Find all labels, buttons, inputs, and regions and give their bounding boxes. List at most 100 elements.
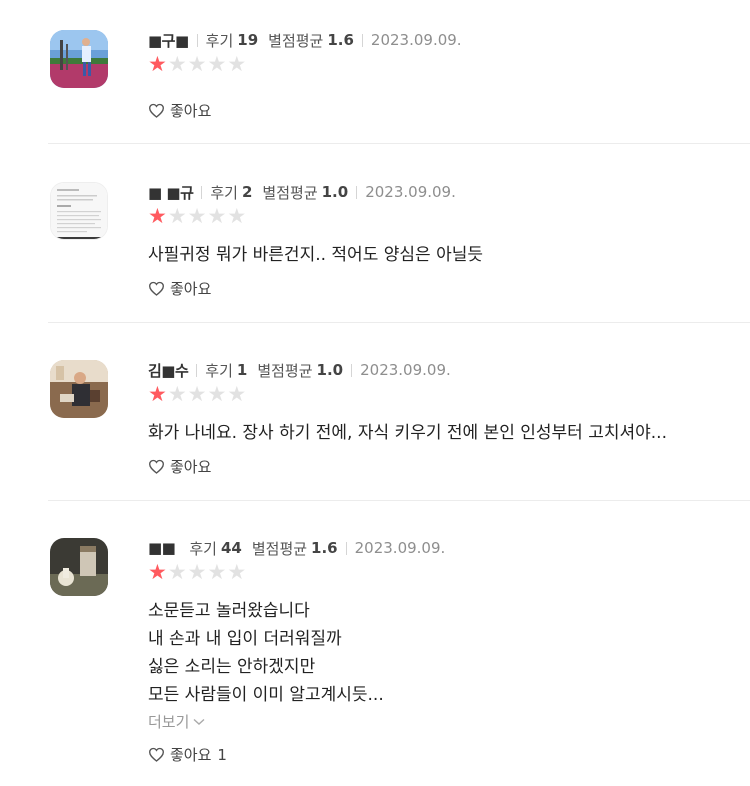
avatar-document-image xyxy=(51,183,107,239)
review-count-label: 후기 xyxy=(205,361,233,380)
review-text-line: 화가 나네요. 장사 하기 전에, 자식 키우기 전에 본인 인성부터 고치셔야… xyxy=(148,423,667,443)
like-label: 좋아요 xyxy=(170,280,212,298)
avg-rating: 1.6 xyxy=(327,31,354,49)
review-meta: 김■수 후기 1 별점평균 1.0 2023.09.09. xyxy=(148,360,750,380)
avg-rating-label: 별점평균 xyxy=(268,31,324,50)
review-text: 화가 나네요. 장사 하기 전에, 자식 키우기 전에 본인 인성부터 고치셔야… xyxy=(148,419,750,447)
avatar[interactable] xyxy=(50,182,108,240)
star-empty-icon: ★ xyxy=(207,560,228,584)
star-filled-icon: ★ xyxy=(148,382,168,406)
chevron-down-icon xyxy=(193,718,205,725)
divider xyxy=(345,541,347,555)
like-button[interactable]: 좋아요 xyxy=(148,100,211,121)
like-label: 좋아요 xyxy=(170,102,212,120)
review-count-label: 후기 xyxy=(210,183,238,202)
username[interactable]: ■구■ xyxy=(148,30,189,51)
review-content: ■ ■규 후기 2 별점평균 1.0 2023.09.09. ★★★★★ 사필귀… xyxy=(148,182,750,298)
review-list: ■구■ 후기 19 별점평균 1.6 2023.09.09. ★★★★★ 좋아요 xyxy=(0,0,750,786)
avatar[interactable] xyxy=(50,360,108,418)
heart-icon xyxy=(148,459,165,474)
star-rating: ★★★★★ xyxy=(148,205,750,227)
divider xyxy=(196,33,198,47)
star-empty-icon: ★ xyxy=(167,560,188,584)
review-content: 김■수 후기 1 별점평균 1.0 2023.09.09. ★★★★★ 화가 나… xyxy=(148,360,750,476)
star-empty-icon: ★ xyxy=(167,382,188,406)
star-empty-icon: ★ xyxy=(227,382,248,406)
username[interactable]: ■■ xyxy=(148,539,176,557)
review-text: 소문듣고 놀러왔습니다 내 손과 내 입이 더러워질까 싫은 소리는 안하겠지만… xyxy=(148,597,750,709)
star-empty-icon: ★ xyxy=(227,560,248,584)
star-empty-icon: ★ xyxy=(167,52,188,76)
review-count: 44 xyxy=(220,539,242,557)
like-label: 좋아요 xyxy=(170,746,212,764)
review-meta: ■ ■규 후기 2 별점평균 1.0 2023.09.09. xyxy=(148,182,750,202)
star-empty-icon: ★ xyxy=(207,204,228,228)
star-filled-icon: ★ xyxy=(148,52,168,76)
star-rating: ★★★★★ xyxy=(148,561,750,583)
avatar-photo-drink xyxy=(50,538,108,596)
review-text-line: 소문듣고 놀러왔습니다 xyxy=(148,601,310,621)
review-item: ■ ■규 후기 2 별점평균 1.0 2023.09.09. ★★★★★ 사필귀… xyxy=(48,182,750,323)
username[interactable]: 김■수 xyxy=(148,360,189,381)
review-meta: ■구■ 후기 19 별점평균 1.6 2023.09.09. xyxy=(148,30,750,50)
star-rating: ★★★★★ xyxy=(148,53,750,75)
divider xyxy=(356,185,358,199)
review-text-line: 내 손과 내 입이 더러워질까 xyxy=(148,629,342,649)
star-empty-icon: ★ xyxy=(167,204,188,228)
heart-icon xyxy=(148,103,165,118)
avg-rating-label: 별점평균 xyxy=(251,539,308,558)
review-date: 2023.09.09. xyxy=(360,361,451,379)
star-empty-icon: ★ xyxy=(207,382,228,406)
star-empty-icon: ★ xyxy=(207,52,228,76)
avg-rating-label: 별점평균 xyxy=(257,361,313,380)
review-text-line: 싫은 소리는 안하겠지만 xyxy=(148,657,316,677)
review-text: 사필귀정 뭐가 바른건지.. 적어도 양심은 아닐듯 xyxy=(148,241,750,269)
star-empty-icon: ★ xyxy=(187,52,208,76)
like-button[interactable]: 좋아요 xyxy=(148,278,211,299)
avg-rating-label: 별점평균 xyxy=(262,183,318,202)
like-label: 좋아요 xyxy=(170,458,212,476)
review-content: ■구■ 후기 19 별점평균 1.6 2023.09.09. ★★★★★ 좋아요 xyxy=(148,30,750,120)
review-date: 2023.09.09. xyxy=(354,539,446,557)
more-button[interactable]: 더보기 xyxy=(148,711,205,732)
avatar-photo-person-indoor xyxy=(50,360,108,418)
star-rating: ★★★★★ xyxy=(148,383,750,405)
star-filled-icon: ★ xyxy=(148,204,168,228)
review-item: 김■수 후기 1 별점평균 1.0 2023.09.09. ★★★★★ 화가 나… xyxy=(48,360,750,501)
avatar[interactable] xyxy=(50,30,108,88)
review-content: ■■ 후기 44 별점평균 1.6 2023.09.09. ★★★★★ 소문듣고… xyxy=(148,538,750,764)
avg-rating: 1.6 xyxy=(311,539,338,557)
like-button[interactable]: 좋아요 xyxy=(148,456,211,477)
review-date: 2023.09.09. xyxy=(370,31,462,49)
review-count-label: 후기 xyxy=(189,539,217,558)
review-item: ■구■ 후기 19 별점평균 1.6 2023.09.09. ★★★★★ 좋아요 xyxy=(48,30,750,144)
review-text-line: 사필귀정 뭐가 바른건지.. 적어도 양심은 아닐듯 xyxy=(148,245,483,265)
review-count-label: 후기 xyxy=(205,31,234,50)
divider xyxy=(201,185,203,199)
heart-icon xyxy=(148,747,165,762)
like-button[interactable]: 좋아요 1 xyxy=(148,744,227,765)
avatar[interactable] xyxy=(50,538,108,596)
star-empty-icon: ★ xyxy=(187,204,208,228)
divider xyxy=(351,363,353,377)
review-meta: ■■ 후기 44 별점평균 1.6 2023.09.09. xyxy=(148,538,750,558)
star-empty-icon: ★ xyxy=(227,204,248,228)
avg-rating: 1.0 xyxy=(321,183,349,201)
heart-icon xyxy=(148,281,165,296)
review-count: 19 xyxy=(237,31,259,49)
avatar-photo-person-outdoor xyxy=(50,30,108,88)
like-count: 1 xyxy=(217,745,227,764)
username[interactable]: ■ ■규 xyxy=(148,182,194,203)
review-text-line: 모든 사람들이 이미 알고계시듯... xyxy=(148,685,384,705)
more-label: 더보기 xyxy=(148,713,190,731)
review-date: 2023.09.09. xyxy=(365,183,456,201)
review-item: ■■ 후기 44 별점평균 1.6 2023.09.09. ★★★★★ 소문듣고… xyxy=(48,538,750,778)
avg-rating: 1.0 xyxy=(316,361,344,379)
star-empty-icon: ★ xyxy=(187,560,208,584)
star-empty-icon: ★ xyxy=(187,382,208,406)
divider xyxy=(196,363,198,377)
review-count: 2 xyxy=(241,183,253,201)
divider xyxy=(361,33,363,47)
review-count: 1 xyxy=(236,361,248,379)
star-filled-icon: ★ xyxy=(148,560,168,584)
